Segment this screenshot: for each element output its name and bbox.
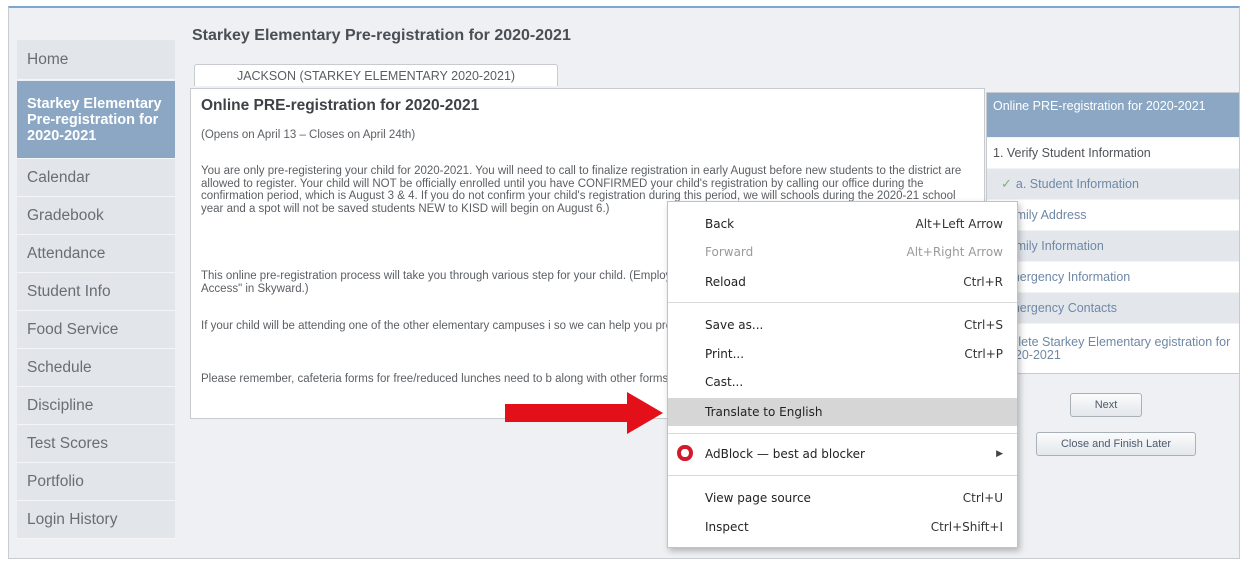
menu-item-shortcut: Ctrl+U bbox=[962, 491, 1003, 505]
next-button[interactable]: Next bbox=[1070, 393, 1142, 417]
registration-dates: (Opens on April 13 – Closes on April 24t… bbox=[201, 129, 416, 141]
menu-item-inspect[interactable]: Inspect Ctrl+Shift+I bbox=[668, 513, 1017, 541]
sidebar-item-discipline[interactable]: Discipline bbox=[17, 387, 175, 425]
sidebar-item-calendar[interactable]: Calendar bbox=[17, 159, 175, 197]
menu-item-label: Cast... bbox=[705, 375, 744, 389]
menu-item-shortcut: Ctrl+R bbox=[963, 275, 1003, 289]
menu-item-translate[interactable]: Translate to English bbox=[668, 398, 1017, 426]
panel-heading: Online PRE-registration for 2020-2021 bbox=[201, 97, 480, 114]
menu-item-print[interactable]: Print... Ctrl+P bbox=[668, 340, 1017, 368]
wizard-step-emergency-contacts[interactable]: Emergency Contacts bbox=[987, 292, 1239, 323]
wizard-steps: Online PRE-registration for 2020-2021 1.… bbox=[986, 92, 1240, 374]
wizard-step-label: a. Student Information bbox=[1015, 177, 1139, 191]
menu-item-reload[interactable]: Reload Ctrl+R bbox=[668, 268, 1017, 296]
sidebar-item-student-info[interactable]: Student Info bbox=[17, 273, 175, 311]
menu-item-label: Save as... bbox=[705, 318, 764, 332]
menu-item-forward[interactable]: Forward Alt+Right Arrow bbox=[668, 238, 1017, 266]
sidebar-nav: Home Starkey Elementary Pre-registration… bbox=[17, 40, 175, 539]
submenu-arrow-icon: ▶ bbox=[996, 449, 1003, 459]
menu-item-label: View page source bbox=[705, 491, 811, 505]
sidebar-item-food-service[interactable]: Food Service bbox=[17, 311, 175, 349]
sidebar-item-test-scores[interactable]: Test Scores bbox=[17, 425, 175, 463]
wizard-title: Online PRE-registration for 2020-2021 bbox=[987, 93, 1239, 137]
sidebar-item-login-history[interactable]: Login History bbox=[17, 501, 175, 539]
menu-item-label: Reload bbox=[705, 275, 746, 289]
menu-item-adblock[interactable]: AdBlock — best ad blocker ▶ bbox=[668, 440, 1017, 468]
menu-separator bbox=[668, 433, 1017, 434]
menu-item-label: AdBlock — best ad blocker bbox=[705, 447, 865, 461]
menu-item-label: Forward bbox=[705, 245, 754, 259]
tab-student[interactable]: JACKSON (STARKEY ELEMENTARY 2020-2021) bbox=[194, 64, 558, 86]
sidebar-item-attendance[interactable]: Attendance bbox=[17, 235, 175, 273]
menu-item-label: Translate to English bbox=[705, 405, 823, 419]
menu-item-back[interactable]: Back Alt+Left Arrow bbox=[668, 210, 1017, 238]
menu-item-label: Print... bbox=[705, 347, 745, 361]
menu-separator bbox=[668, 475, 1017, 476]
sidebar-item-home[interactable]: Home bbox=[17, 40, 175, 80]
menu-item-shortcut: Ctrl+Shift+I bbox=[930, 520, 1003, 534]
sidebar-item-gradebook[interactable]: Gradebook bbox=[17, 197, 175, 235]
menu-item-shortcut: Ctrl+S bbox=[963, 318, 1003, 332]
menu-item-view-source[interactable]: View page source Ctrl+U bbox=[668, 484, 1017, 512]
menu-item-cast[interactable]: Cast... bbox=[668, 368, 1017, 396]
menu-item-label: Back bbox=[705, 217, 735, 231]
menu-item-shortcut: Alt+Right Arrow bbox=[906, 245, 1003, 259]
sidebar-item-portfolio[interactable]: Portfolio bbox=[17, 463, 175, 501]
menu-item-shortcut: Ctrl+P bbox=[964, 347, 1003, 361]
wizard-step-family-address[interactable]: Family Address bbox=[987, 199, 1239, 230]
wizard-step-verify[interactable]: 1. Verify Student Information bbox=[987, 137, 1239, 168]
wizard-step-complete[interactable]: mplete Starkey Elementary egistration fo… bbox=[987, 323, 1239, 373]
menu-item-shortcut: Alt+Left Arrow bbox=[915, 217, 1003, 231]
menu-item-save-as[interactable]: Save as... Ctrl+S bbox=[668, 311, 1017, 339]
menu-separator bbox=[668, 302, 1017, 303]
close-finish-later-button[interactable]: Close and Finish Later bbox=[1036, 432, 1196, 456]
wizard-step-student-info[interactable]: ✓ a. Student Information bbox=[987, 168, 1239, 199]
menu-item-label: Inspect bbox=[705, 520, 749, 534]
context-menu: Back Alt+Left Arrow Forward Alt+Right Ar… bbox=[667, 201, 1018, 548]
wizard-step-emergency-info[interactable]: Emergency Information bbox=[987, 261, 1239, 292]
sidebar-item-schedule[interactable]: Schedule bbox=[17, 349, 175, 387]
page-title: Starkey Elementary Pre-registration for … bbox=[192, 27, 571, 44]
wizard-step-family-info[interactable]: Family Information bbox=[987, 230, 1239, 261]
check-icon: ✓ bbox=[1001, 176, 1012, 191]
red-arrow-icon bbox=[505, 392, 663, 434]
sidebar-item-preregistration[interactable]: Starkey Elementary Pre-registration for … bbox=[17, 81, 175, 159]
